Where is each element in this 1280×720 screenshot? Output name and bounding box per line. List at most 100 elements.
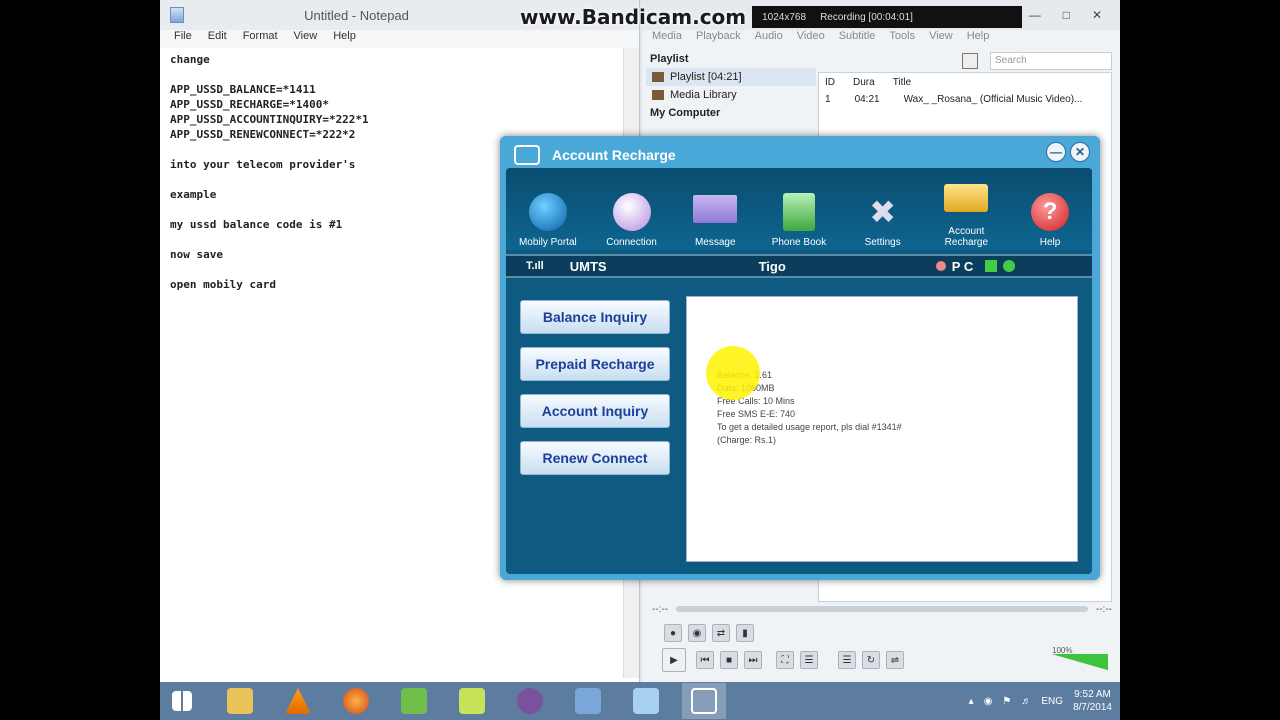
clock[interactable]: 9:52 AM 8/7/2014	[1073, 688, 1112, 714]
search-input[interactable]: Search	[990, 52, 1112, 70]
help-icon: ?	[1031, 193, 1070, 231]
taskbar: ▴ ◉ ⚑ ♬ ENG 9:52 AM 8/7/2014	[160, 682, 1120, 720]
response-line: Free SMS E-E: 740	[717, 409, 796, 419]
bandicam-overlay: www.Bandicam.com 1024x768 Recording [00:…	[520, 0, 1022, 34]
mobily-logo-icon	[514, 145, 540, 165]
connection-icon	[612, 193, 651, 231]
dialog-titlebar[interactable]: Account Recharge	[504, 140, 1096, 170]
globe-icon	[528, 193, 567, 231]
fullscreen-button[interactable]: ⛶	[776, 651, 794, 669]
mobily-icon	[691, 688, 717, 714]
previous-button[interactable]: ⏮	[696, 651, 714, 669]
tray-flag-icon[interactable]: ⚑	[1002, 696, 1011, 707]
sms-icon	[985, 260, 998, 272]
table-row[interactable]: 1 04:21 Wax_ _Rosana_ (Official Music Vi…	[819, 92, 1111, 107]
loop-ab-button[interactable]: ⇄	[712, 624, 730, 642]
taskbar-viber[interactable]	[508, 683, 552, 719]
playlist-toggle-button[interactable]: ☰	[838, 651, 856, 669]
dialog-close-button[interactable]: ✕	[1070, 142, 1090, 162]
toolbar-connection[interactable]: Connection	[592, 193, 672, 248]
toolbar-phone-book[interactable]: Phone Book	[759, 193, 839, 248]
seek-track[interactable]	[676, 606, 1088, 612]
response-panel: Balance: 1.61 Data: 1060MB Free Calls: 1…	[686, 296, 1078, 562]
taskbar-firefox[interactable]	[334, 683, 378, 719]
response-line: Free Calls: 10 Mins	[717, 396, 795, 406]
system-tray: ▴ ◉ ⚑ ♬ ENG 9:52 AM 8/7/2014	[969, 682, 1112, 720]
network-type: UMTS	[569, 258, 607, 274]
alert-icon	[935, 261, 946, 271]
recharge-actions: Balance Inquiry Prepaid Recharge Account…	[520, 300, 670, 488]
tray-language[interactable]: ENG	[1041, 696, 1063, 707]
dialog-minimize-button[interactable]: —	[1046, 142, 1066, 162]
folder-icon	[227, 688, 253, 714]
tray-expand-icon[interactable]: ▴	[969, 696, 974, 707]
app-icon	[459, 688, 485, 714]
sidebar-header-my-computer: My Computer	[650, 107, 721, 119]
taskbar-explorer[interactable]	[218, 683, 262, 719]
envelope-icon	[693, 195, 738, 223]
vlc-icon	[285, 688, 311, 714]
bandicam-recording-bar[interactable]: 1024x768 Recording [00:04:01]	[752, 6, 1022, 28]
vlc-sidebar: Playlist Playlist [04:21] Media Library …	[646, 50, 816, 140]
play-button[interactable]: ▶	[662, 648, 686, 672]
notepad-icon	[633, 688, 659, 714]
windows-icon	[172, 691, 192, 711]
renew-connect-button[interactable]: Renew Connect	[520, 441, 670, 475]
tray-network-icon[interactable]: ◉	[984, 696, 993, 707]
extended-settings-button[interactable]: ☰	[800, 651, 818, 669]
response-line: To get a detailed usage report, pls dial…	[717, 422, 902, 432]
firefox-icon	[343, 688, 369, 714]
phone-book-icon	[782, 193, 815, 231]
toolbar-message[interactable]: Message	[675, 195, 755, 248]
taskbar-app-blue[interactable]	[566, 683, 610, 719]
taskbar-app-yellow[interactable]	[450, 683, 494, 719]
account-inquiry-button[interactable]: Account Inquiry	[520, 394, 670, 428]
minimize-button[interactable]: —	[1029, 8, 1041, 22]
loop-button[interactable]: ↻	[862, 651, 880, 669]
toolbar-mobily-portal[interactable]: Mobily Portal	[508, 193, 588, 248]
response-line: Data: 1060MB	[717, 383, 775, 393]
volume-slider[interactable]: 100%	[1052, 646, 1108, 670]
tray-volume-icon[interactable]: ♬	[1021, 696, 1031, 707]
record-button[interactable]: ●	[664, 624, 682, 642]
capture-resolution: 1024x768	[762, 11, 807, 23]
balance-inquiry-button[interactable]: Balance Inquiry	[520, 300, 670, 334]
dialog-toolbar: Mobily Portal Connection Message Phone B…	[506, 168, 1092, 250]
frame-step-button[interactable]: ▮	[736, 624, 754, 642]
seek-bar[interactable]: --:-- --:--	[652, 600, 1112, 618]
maximize-button[interactable]: □	[1063, 8, 1070, 22]
account-recharge-dialog: Account Recharge — ✕ Mobily Portal Conne…	[500, 136, 1100, 580]
pc-indicator: P C	[951, 258, 974, 274]
start-button[interactable]	[160, 683, 204, 719]
dialog-body: Mobily Portal Connection Message Phone B…	[506, 168, 1092, 574]
volume-fill	[1052, 654, 1108, 670]
menu-format[interactable]: Format	[243, 30, 278, 48]
sidebar-item-media-library[interactable]: Media Library	[646, 86, 816, 104]
toolbar-help[interactable]: ? Help	[1010, 193, 1090, 248]
playback-controls: ● ◉ ⇄ ▮ ▶ ⏮ ■ ⏭ ⛶ ☰ ☰ ↻ ⇌ 100%	[652, 620, 1112, 676]
library-icon	[652, 90, 664, 100]
stop-button[interactable]: ■	[720, 651, 738, 669]
close-button[interactable]: ✕	[1092, 8, 1102, 22]
bandicam-watermark: www.Bandicam.com	[520, 5, 747, 29]
menu-edit[interactable]: Edit	[208, 30, 227, 48]
taskbar-mobily[interactable]	[682, 683, 726, 719]
call-icon	[1003, 260, 1016, 272]
prepaid-recharge-button[interactable]: Prepaid Recharge	[520, 347, 670, 381]
next-button[interactable]: ⏭	[744, 651, 762, 669]
toolbar-account-recharge[interactable]: Account Recharge	[926, 184, 1006, 248]
taskbar-notepad[interactable]	[624, 683, 668, 719]
menu-help[interactable]: Help	[333, 30, 356, 48]
menu-view[interactable]: View	[294, 30, 318, 48]
sidebar-item-playlist[interactable]: Playlist [04:21]	[646, 68, 816, 86]
taskbar-app-green[interactable]	[392, 683, 436, 719]
view-toggle-button[interactable]	[962, 53, 978, 69]
taskbar-vlc[interactable]	[276, 683, 320, 719]
menu-file[interactable]: File	[174, 30, 192, 48]
shuffle-button[interactable]: ⇌	[886, 651, 904, 669]
table-header: ID Dura Title	[825, 77, 912, 88]
time-total: --:--	[1095, 603, 1112, 615]
snapshot-button[interactable]: ◉	[688, 624, 706, 642]
cursor-highlight	[706, 346, 760, 400]
toolbar-settings[interactable]: ✖ Settings	[843, 193, 923, 248]
